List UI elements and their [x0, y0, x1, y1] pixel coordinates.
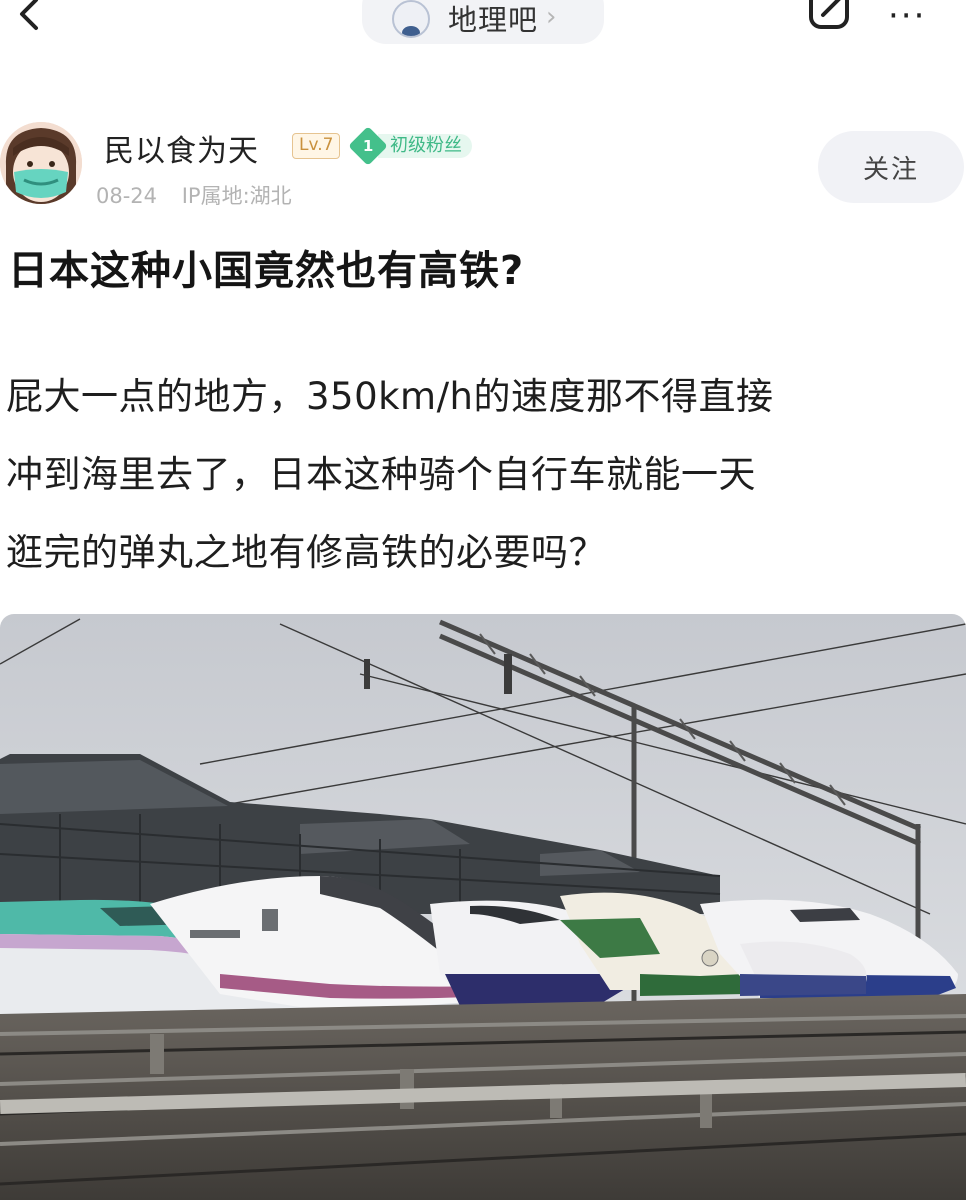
post-meta: 08-24 IP属地:湖北	[96, 180, 292, 210]
top-nav-bar: 地理吧 › ···	[0, 0, 971, 48]
forum-avatar	[392, 0, 430, 38]
fan-level-label: 初级粉丝	[378, 134, 472, 158]
back-button[interactable]	[10, 0, 50, 38]
edit-icon	[809, 0, 849, 29]
avatar[interactable]	[0, 122, 82, 204]
chevron-right-icon: ›	[546, 2, 557, 32]
forum-name: 地理吧	[448, 3, 539, 37]
post-body-line: 逛完的弹丸之地有修高铁的必要吗？	[6, 531, 606, 574]
bullet-trains-photo	[0, 614, 966, 1200]
diamond-icon: 1	[348, 126, 388, 166]
more-options-button[interactable]: ···	[888, 0, 926, 36]
fan-level-badge: 1 初级粉丝	[348, 126, 472, 166]
post-title: 日本这种小国竟然也有高铁?	[8, 248, 525, 294]
forum-link[interactable]: 地理吧 ›	[362, 0, 604, 44]
post-date: 08-24	[96, 184, 158, 208]
edit-button[interactable]	[806, 0, 852, 32]
follow-button[interactable]: 关注	[818, 131, 964, 203]
post-body-line: 屁大一点的地方，350km/h的速度那不得直接	[6, 375, 774, 418]
author-name[interactable]: 民以食为天	[104, 126, 259, 170]
level-badge: Lv.7	[292, 133, 341, 159]
fan-level-number: 1	[362, 137, 374, 155]
ip-location: IP属地:湖北	[181, 184, 292, 208]
chevron-left-icon	[20, 0, 38, 30]
post-body: 屁大一点的地方，350km/h的速度那不得直接 冲到海里去了，日本这种骑个自行车…	[6, 358, 956, 592]
avatar-masked-person-icon	[0, 122, 82, 204]
post-body-line: 冲到海里去了，日本这种骑个自行车就能一天	[6, 453, 756, 496]
post-image[interactable]	[0, 614, 966, 1200]
